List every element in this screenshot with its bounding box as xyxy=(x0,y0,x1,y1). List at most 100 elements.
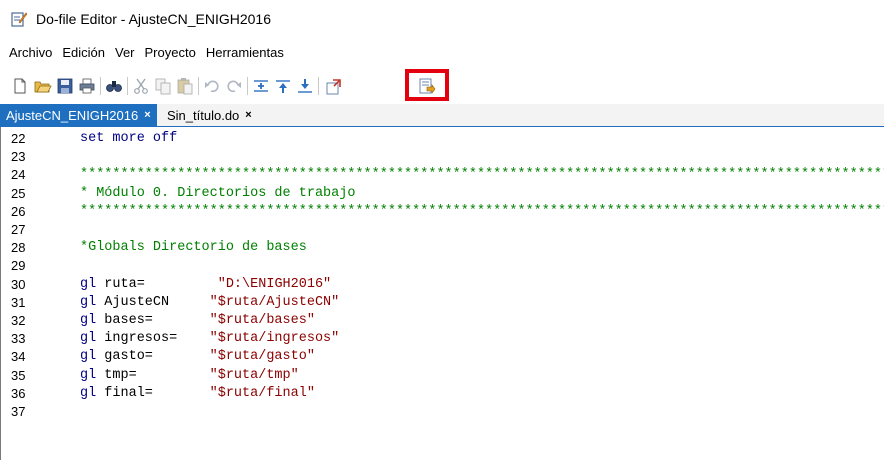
menu-ver[interactable]: Ver xyxy=(110,45,140,60)
tab-strip: AjusteCN_ENIGH2016 × Sin_título.do × xyxy=(0,104,884,127)
line-number: 35 xyxy=(11,367,26,383)
line-number: 28 xyxy=(11,240,26,256)
redo-icon[interactable] xyxy=(225,77,243,95)
code-text: gl ingresos= "$ruta/ingresos" xyxy=(80,331,339,347)
menu-archivo[interactable]: Archivo xyxy=(4,45,57,60)
code-line[interactable]: 28 *Globals Directorio de bases xyxy=(1,240,884,256)
code-text: gl tmp= "$ruta/tmp" xyxy=(80,368,299,384)
line-number: 23 xyxy=(11,149,26,165)
code-text: ****************************************… xyxy=(80,204,884,220)
save-icon[interactable] xyxy=(56,77,74,95)
keyword-token: gl xyxy=(80,385,97,401)
code-text: gl ruta= "D:\ENIGH2016" xyxy=(80,277,331,293)
cut-icon[interactable] xyxy=(132,77,150,95)
tab-label: AjusteCN_ENIGH2016 xyxy=(6,107,139,123)
line-number: 33 xyxy=(11,331,26,347)
line-number: 36 xyxy=(11,385,26,401)
string-token: "$ruta/bases" xyxy=(209,313,315,328)
do-file-editor-icon xyxy=(11,12,28,27)
menu-proyecto[interactable]: Proyecto xyxy=(140,45,201,60)
string-token: "$ruta/AjusteCN" xyxy=(209,294,340,310)
new-file-icon[interactable] xyxy=(11,77,29,95)
comment-token: *Globals Directorio de bases xyxy=(80,240,307,256)
undo-icon[interactable] xyxy=(203,77,221,95)
plain-token: tmp= xyxy=(96,367,210,383)
keyword-token: gl xyxy=(80,276,97,292)
string-token: "D:\ENIGH2016" xyxy=(217,276,332,292)
keyword-token: gl xyxy=(80,331,97,347)
code-text: gl bases= "$ruta/bases" xyxy=(80,313,315,329)
code-line[interactable]: 26 **************************************… xyxy=(1,204,884,220)
window-title: Do-file Editor - AjusteCN_ENIGH2016 xyxy=(36,11,271,27)
keyword-token: set more off xyxy=(80,131,178,146)
code-text: gl gasto= "$ruta/gasto" xyxy=(80,349,315,365)
code-line[interactable]: 36 gl final= "$ruta/final" xyxy=(1,386,884,402)
toolbar-separator xyxy=(318,77,319,95)
line-number: 25 xyxy=(11,185,26,201)
keyword-token: gl xyxy=(80,367,97,383)
find-icon[interactable] xyxy=(105,77,123,95)
bookmark-icon[interactable] xyxy=(296,77,314,95)
plain-token: ruta= xyxy=(96,276,218,292)
string-token: "$ruta/final" xyxy=(209,385,315,401)
line-number: 29 xyxy=(11,258,26,274)
string-token: "$ruta/ingresos" xyxy=(209,331,340,347)
print-icon[interactable] xyxy=(78,77,96,95)
keyword-token: gl xyxy=(80,294,97,310)
run-icon[interactable] xyxy=(325,77,343,95)
line-number: 32 xyxy=(11,313,26,328)
plain-token: gasto= xyxy=(96,349,210,365)
plain-token: bases= xyxy=(96,313,210,328)
code-line[interactable]: 32 gl bases= "$ruta/bases" xyxy=(1,313,884,329)
line-number: 37 xyxy=(11,404,26,419)
open-icon[interactable] xyxy=(34,77,52,95)
code-text: * Módulo 0. Directorios de trabajo xyxy=(80,186,355,202)
close-icon[interactable]: × xyxy=(144,109,150,121)
code-line[interactable]: 34 gl gasto= "$ruta/gasto" xyxy=(1,349,884,365)
code-text: *Globals Directorio de bases xyxy=(80,240,307,256)
toolbar-separator xyxy=(247,77,248,95)
toolbar-separator xyxy=(127,77,128,95)
tab-ajustecn-enigh2016[interactable]: AjusteCN_ENIGH2016 × xyxy=(0,104,157,126)
code-line[interactable]: 27 xyxy=(1,222,884,238)
code-line[interactable]: 25 * Módulo 0. Directorios de trabajo xyxy=(1,186,884,202)
indent-icon[interactable] xyxy=(252,77,270,95)
highlight-box xyxy=(405,69,449,101)
toolbar-separator xyxy=(198,77,199,95)
comment-token: ****************************************… xyxy=(80,167,884,183)
string-token: "$ruta/gasto" xyxy=(209,349,315,365)
plain-token: final= xyxy=(96,385,210,401)
line-number: 22 xyxy=(11,131,26,146)
line-number: 31 xyxy=(11,294,26,310)
plain-token: AjusteCN xyxy=(96,294,210,310)
paste-icon[interactable] xyxy=(176,77,194,95)
unindent-icon[interactable] xyxy=(274,77,292,95)
line-number: 30 xyxy=(11,276,26,292)
code-line[interactable]: 31 gl AjusteCN "$ruta/AjusteCN" xyxy=(1,295,884,311)
comment-token: * Módulo 0. Directorios de trabajo xyxy=(80,185,356,201)
menu-herramientas[interactable]: Herramientas xyxy=(201,45,289,60)
copy-icon[interactable] xyxy=(154,77,172,95)
comment-token: ****************************************… xyxy=(80,203,884,219)
code-editor[interactable]: 22 set more off 23 24 **********************… xyxy=(0,127,884,460)
close-icon[interactable]: × xyxy=(245,109,251,121)
tab-sin-titulo[interactable]: Sin_título.do × xyxy=(161,104,258,126)
code-line[interactable]: 30 gl ruta= "D:\ENIGH2016" xyxy=(1,277,884,293)
string-token: "$ruta/tmp" xyxy=(209,367,299,383)
code-line[interactable]: 23 xyxy=(1,149,884,165)
code-text: set more off xyxy=(80,131,177,147)
code-text: gl final= "$ruta/final" xyxy=(80,386,315,402)
code-text: gl AjusteCN "$ruta/AjusteCN" xyxy=(80,295,339,311)
line-number: 26 xyxy=(11,203,26,219)
menu-edicion[interactable]: Edición xyxy=(57,45,110,60)
code-line[interactable]: 22 set more off xyxy=(1,131,884,147)
code-line[interactable]: 33 gl ingresos= "$ruta/ingresos" xyxy=(1,331,884,347)
tab-label: Sin_título.do xyxy=(167,107,240,123)
toolbar-separator xyxy=(100,77,101,95)
code-line[interactable]: 29 xyxy=(1,258,884,274)
keyword-token: gl xyxy=(80,313,97,328)
code-line[interactable]: 24 **************************************… xyxy=(1,167,884,183)
code-line[interactable]: 37 xyxy=(1,404,884,420)
keyword-token: gl xyxy=(80,349,97,365)
code-line[interactable]: 35 gl tmp= "$ruta/tmp" xyxy=(1,368,884,384)
